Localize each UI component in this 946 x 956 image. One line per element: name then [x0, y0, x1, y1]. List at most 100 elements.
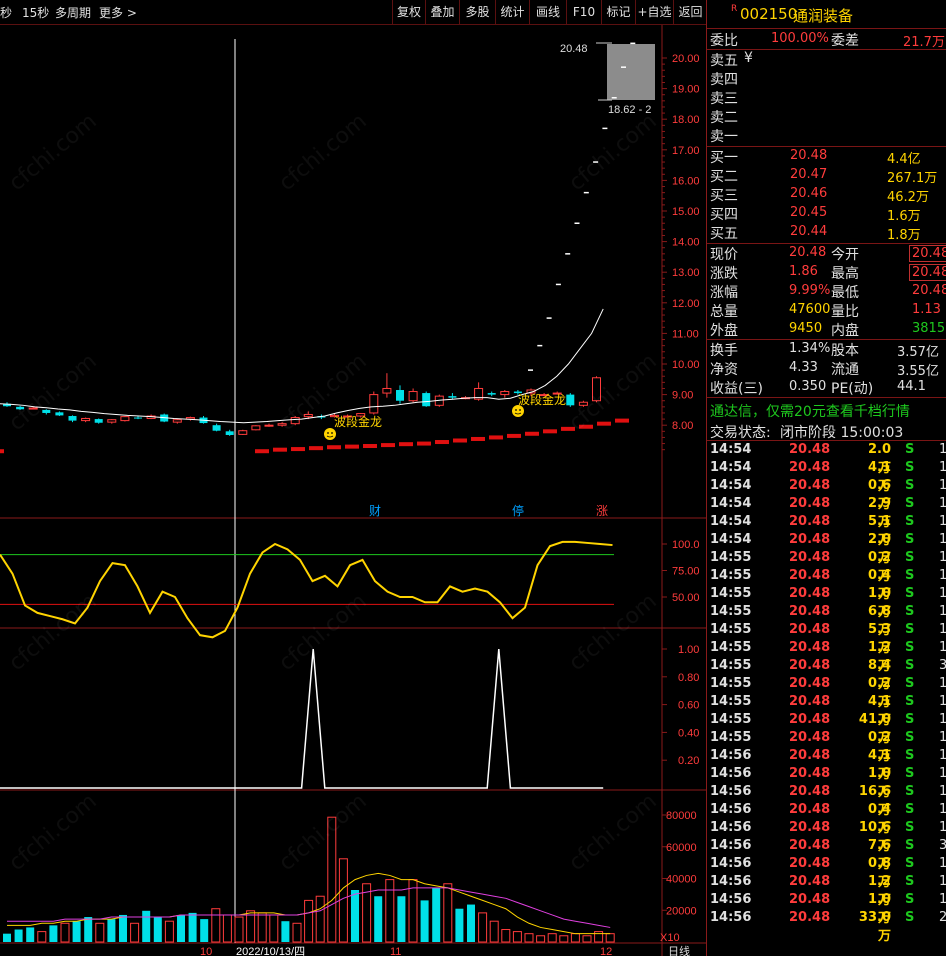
tick-time: 14:55	[710, 658, 752, 673]
overlay-button[interactable]: 叠加	[425, 0, 459, 24]
tick-row[interactable]: 14:56 20.48 10.6万 S 1	[707, 820, 946, 854]
tick-price: 20.48	[789, 892, 831, 907]
tick-price: 20.48	[789, 586, 831, 601]
volume-bar	[443, 883, 453, 943]
quote-label: 涨跌	[710, 266, 738, 282]
more-menu[interactable]: 更多 >	[99, 4, 137, 21]
tick-count: 1	[939, 676, 946, 691]
tick-row[interactable]: 14:56 20.48 1.0万 S 1	[707, 892, 946, 926]
stock-name[interactable]: 通润装备	[793, 5, 853, 26]
promo-text[interactable]: 通达信，仅需20元查看千档行情	[710, 401, 910, 421]
tick-row[interactable]: 14:54 20.48 2.9万 S 1	[707, 496, 946, 530]
tick-row[interactable]: 14:55 20.48 8.4万 S 3	[707, 658, 946, 692]
tick-time: 14:54	[710, 460, 752, 475]
ratio-value: 100.00%	[771, 31, 829, 46]
quote-value: 38150	[912, 321, 946, 336]
tick-row[interactable]: 14:55 20.48 0.2万 S 1	[707, 730, 946, 764]
add-watchlist-button[interactable]: +自选	[635, 0, 673, 24]
tick-row[interactable]: 14:55 20.48 0.4万 S 1	[707, 568, 946, 602]
tick-row[interactable]: 14:55 20.48 0.2万 S 1	[707, 550, 946, 584]
volume-bar	[455, 908, 464, 942]
tick-row[interactable]: 14:56 20.48 0.8万 S 1	[707, 856, 946, 890]
price-tick-label: 9.00	[672, 390, 693, 402]
period-seconds[interactable]: 秒	[0, 4, 12, 21]
candle-body	[422, 393, 431, 407]
volume-tick-label: 20000	[666, 905, 697, 917]
tick-row[interactable]: 14:55 20.48 5.3万 S 1	[707, 622, 946, 656]
divider	[707, 49, 946, 50]
tick-direction: S	[905, 748, 915, 763]
statistics-button[interactable]: 统计	[495, 0, 529, 24]
oscillator-panel	[0, 540, 614, 639]
buy-level-4-label: 买四	[710, 207, 738, 223]
quote-value: 20.48	[789, 245, 827, 260]
x-axis-label: 11	[390, 946, 401, 956]
support-segment	[561, 426, 575, 431]
volume-bar	[200, 919, 209, 942]
tick-row[interactable]: 14:56 20.48 1.0万 S 1	[707, 766, 946, 800]
tick-time: 14:55	[710, 568, 752, 583]
support-segment	[291, 447, 305, 452]
stock-code[interactable]: 002150	[740, 5, 797, 23]
multi-stock-button[interactable]: 多股	[459, 0, 495, 24]
tick-direction: S	[905, 910, 915, 925]
volume-bar	[107, 919, 116, 942]
support-segment	[435, 440, 449, 445]
tick-row[interactable]: 14:56 20.48 1.2万 S 1	[707, 874, 946, 908]
fin-label: PE(动)	[831, 381, 874, 397]
tick-row[interactable]: 14:56 20.48 4.1万 S 1	[707, 748, 946, 782]
tick-price: 20.48	[789, 856, 831, 871]
support-segment	[525, 431, 539, 436]
tick-row[interactable]: 14:56 20.48 16.6万 S 1	[707, 784, 946, 818]
tick-row[interactable]: 14:54 20.48 0.6万 S 1	[707, 478, 946, 512]
volume-bar	[467, 904, 475, 942]
tick-count: 3	[939, 658, 946, 673]
tick-time: 14:55	[710, 712, 752, 727]
tick-direction: S	[905, 442, 915, 457]
tick-row[interactable]: 14:55 20.48 0.2万 S 1	[707, 676, 946, 710]
tick-row[interactable]: 14:55 20.48 41.0万 S 1	[707, 712, 946, 746]
period-15s[interactable]: 15秒	[22, 4, 49, 21]
tick-row[interactable]: 14:55 20.48 1.0万 S 1	[707, 586, 946, 620]
back-button[interactable]: 返回	[673, 0, 707, 24]
tick-price: 20.48	[789, 802, 831, 817]
volume-bar	[397, 896, 406, 942]
candle-body	[500, 391, 510, 396]
buy-level-5-label: 买五	[710, 226, 738, 242]
tick-row[interactable]: 14:56 20.48 0.4万 S 1	[707, 802, 946, 836]
tick-time: 14:56	[710, 784, 752, 799]
tick-row[interactable]: 14:54 20.48 2.0万 S 1	[707, 532, 946, 566]
quote-value: 47600	[789, 302, 831, 317]
tick-row[interactable]: 14:56 20.48 33.0万 S 2	[707, 910, 946, 944]
tick-row[interactable]: 14:54 20.48 2.0万 S 1	[707, 442, 946, 476]
tick-row[interactable]: 14:55 20.48 1.2万 S 1	[707, 640, 946, 674]
tick-price: 20.48	[789, 766, 831, 781]
multi-period-menu[interactable]: 多周期	[55, 4, 91, 21]
tick-row[interactable]: 14:55 20.48 6.8万 S 1	[707, 604, 946, 638]
price-tick-label: 14.00	[672, 237, 700, 249]
volume-bar	[374, 896, 383, 942]
trade-status-value: 闭市阶段 15:00:03	[780, 425, 904, 441]
tick-row[interactable]: 14:54 20.48 4.1万 S 1	[707, 460, 946, 494]
fin-label: 股本	[831, 343, 859, 359]
tick-price: 20.48	[789, 460, 831, 475]
tick-row[interactable]: 14:55 20.48 4.1万 S 1	[707, 694, 946, 728]
draw-line-button[interactable]: 画线	[529, 0, 566, 24]
fin-value: 4.33	[789, 360, 818, 375]
stock-chart-area[interactable]: 20.00 19.00 18.00 17.00 16.00 15.00 14.00 13.00…	[0, 25, 706, 956]
adjust-button[interactable]: 复权	[392, 0, 425, 24]
volume-bar	[72, 921, 81, 942]
tick-row[interactable]: 14:54 20.48 5.1万 S 1	[707, 514, 946, 548]
buy-level-2-volume: 267.1万	[887, 171, 938, 186]
volume-bar	[315, 895, 325, 943]
tick-price: 20.48	[789, 694, 831, 709]
tick-count: 3	[939, 838, 946, 853]
support-segment	[453, 438, 467, 443]
tick-count: 1	[939, 784, 946, 799]
f10-button[interactable]: F10	[566, 0, 601, 24]
mark-button[interactable]: 标记	[601, 0, 635, 24]
quote-label: 最高	[831, 266, 859, 282]
tick-time: 14:54	[710, 532, 752, 547]
tick-row[interactable]: 14:56 20.48 7.6万 S 3	[707, 838, 946, 872]
tick-price: 20.48	[789, 658, 831, 673]
